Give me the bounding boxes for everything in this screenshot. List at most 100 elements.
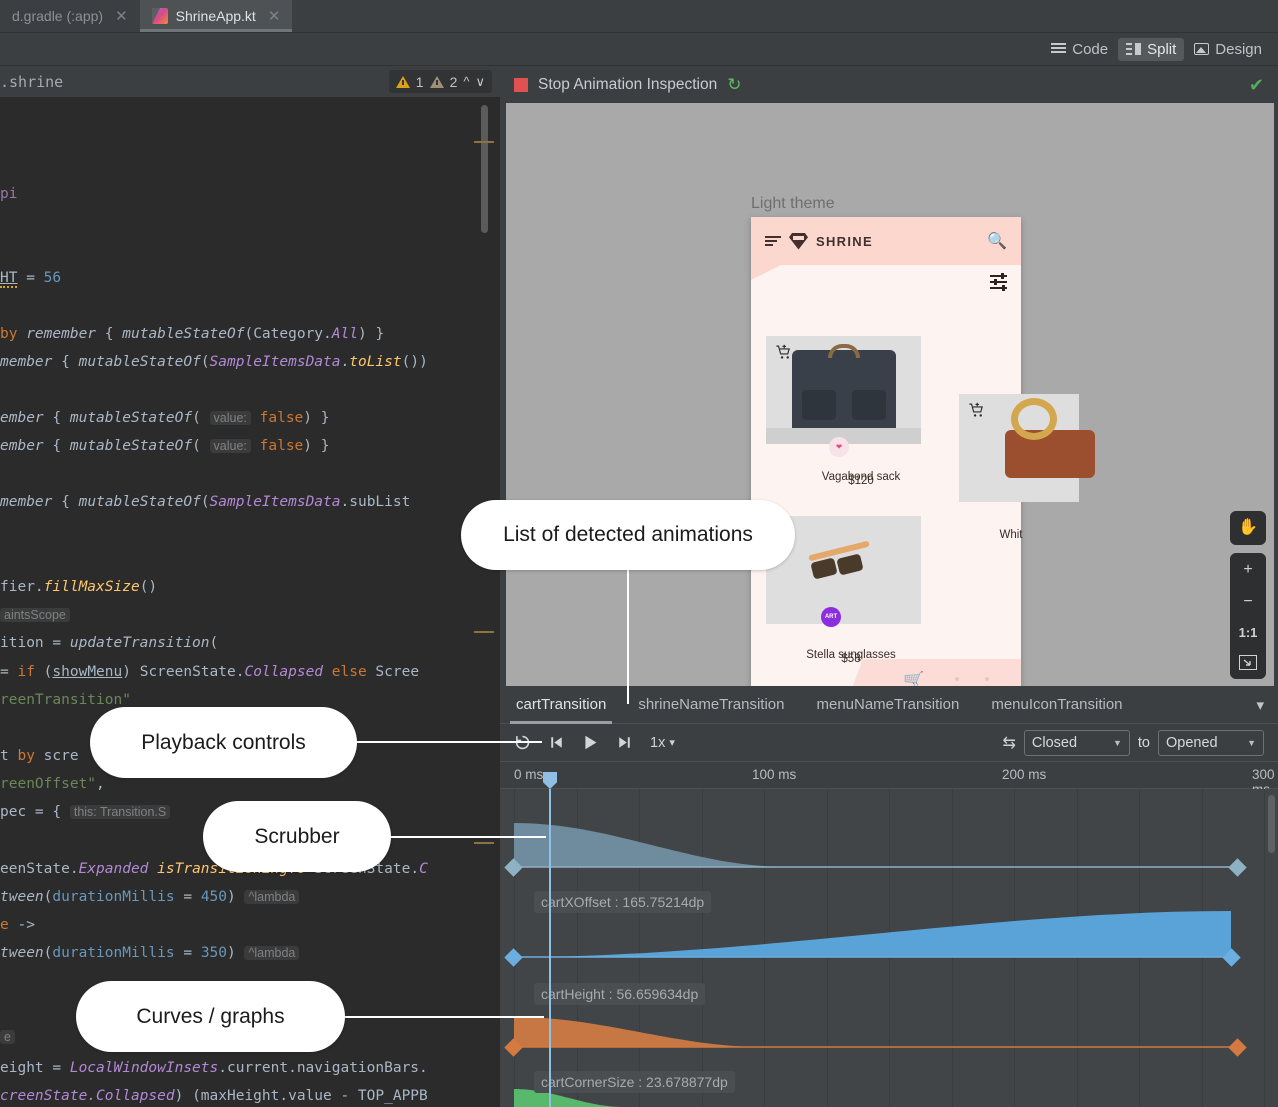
chevron-down-icon[interactable]: ▾ bbox=[1256, 696, 1278, 714]
chevron-up-icon[interactable]: ^ bbox=[463, 74, 469, 89]
code-line: reenOffset", bbox=[0, 775, 105, 793]
preview-zoom-toolbar: ✋ + − 1:1 bbox=[1230, 511, 1266, 679]
close-icon[interactable]: ✕ bbox=[268, 7, 281, 25]
curve-value-label: cartCornerSize : 23.678877dp bbox=[534, 1071, 735, 1093]
mode-code-label: Code bbox=[1072, 41, 1108, 58]
stop-animation-inspection-label[interactable]: Stop Animation Inspection bbox=[538, 76, 717, 94]
timeline-tick: 100 ms bbox=[752, 767, 796, 782]
jump-to-end-button[interactable] bbox=[617, 735, 632, 750]
stop-icon[interactable] bbox=[514, 78, 528, 92]
shrine-diamond-icon bbox=[789, 233, 808, 250]
mode-split-label: Split bbox=[1147, 41, 1176, 58]
error-count: 1 bbox=[416, 74, 424, 90]
animation-tab-menuIconTransition[interactable]: menuIconTransition bbox=[975, 686, 1138, 724]
kotlin-icon bbox=[152, 8, 168, 24]
product-image-vagabond[interactable] bbox=[766, 336, 921, 444]
editor-marker bbox=[474, 842, 494, 844]
to-state-value: Opened bbox=[1166, 735, 1218, 751]
timeline-scrubber-handle[interactable] bbox=[543, 772, 557, 789]
zoom-out-icon[interactable]: − bbox=[1235, 591, 1261, 613]
timeline-curves[interactable]: cartXOffset : 165.75214dp cartHeight : 56… bbox=[500, 789, 1278, 1107]
hamburger-menu-icon[interactable] bbox=[765, 236, 781, 247]
code-editor[interactable]: piHT = 56by remember { mutableStateOf(Ca… bbox=[0, 97, 500, 1107]
code-line: ition = updateTransition( bbox=[0, 634, 218, 652]
breadcrumb[interactable]: .shrine bbox=[0, 73, 63, 91]
search-icon[interactable]: 🔍 bbox=[987, 231, 1007, 251]
app-bar: SHRINE 🔍 bbox=[751, 217, 1021, 265]
to-label: to bbox=[1138, 735, 1150, 751]
callout-text: Scrubber bbox=[254, 825, 339, 849]
chevron-down-icon: ▼ bbox=[1247, 738, 1256, 748]
code-line: pi bbox=[0, 185, 17, 203]
cart-bottom-sheet[interactable]: 🛒 bbox=[861, 659, 1021, 686]
editor-marker bbox=[474, 141, 494, 143]
from-state-select[interactable]: Closed ▼ bbox=[1024, 730, 1130, 756]
product-name: Whit bbox=[951, 529, 1071, 541]
zoom-actual-size-label[interactable]: 1:1 bbox=[1235, 623, 1261, 642]
timeline-ruler[interactable]: 0 ms100 ms200 ms300 ms400 ms500 ms bbox=[500, 762, 1278, 789]
animation-tab-cartTransition[interactable]: cartTransition bbox=[500, 686, 622, 724]
tab-gradle[interactable]: d.gradle (:app) ✕ bbox=[0, 0, 140, 32]
from-state-value: Closed bbox=[1032, 735, 1077, 751]
product-image-white[interactable] bbox=[959, 394, 1079, 502]
tab-shrineapp[interactable]: ShrineApp.kt ✕ bbox=[140, 0, 293, 32]
warning-count: 2 bbox=[450, 74, 458, 90]
curve-value-label: cartXOffset : 165.75214dp bbox=[534, 891, 711, 913]
timeline-scrubber-line[interactable] bbox=[549, 789, 551, 1107]
playback-speed-selector[interactable]: 1x ▾ bbox=[650, 735, 675, 751]
jump-to-start-button[interactable] bbox=[549, 735, 564, 750]
mode-design-button[interactable]: Design bbox=[1186, 38, 1270, 61]
chevron-down-icon: ▼ bbox=[1113, 738, 1122, 748]
callout-text: Playback controls bbox=[141, 731, 306, 755]
animation-tab-shrineNameTransition[interactable]: shrineNameTransition bbox=[622, 686, 800, 724]
code-line: aintsScope bbox=[0, 606, 70, 624]
timeline-tick: 0 ms bbox=[514, 767, 543, 782]
playback-speed-label: 1x bbox=[650, 735, 665, 751]
play-button[interactable] bbox=[582, 734, 599, 751]
animation-toolbar: 1x ▾ ⇆ Closed ▼ to Opened ▼ bbox=[500, 724, 1278, 762]
to-state-select[interactable]: Opened ▼ bbox=[1158, 730, 1264, 756]
timeline-scrollbar[interactable] bbox=[1268, 795, 1275, 853]
pan-tool-icon[interactable]: ✋ bbox=[1235, 517, 1261, 539]
shopping-cart-icon[interactable]: 🛒 bbox=[903, 671, 924, 686]
inspection-widget[interactable]: 1 2 ^ ∨ bbox=[389, 70, 492, 93]
code-line: ember { mutableStateOf( value: false) } bbox=[0, 437, 330, 455]
callout-playback-controls: Playback controls bbox=[90, 707, 357, 778]
preview-pane: Stop Animation Inspection ↻ ✔ Light them… bbox=[500, 66, 1278, 686]
filter-icon[interactable] bbox=[990, 275, 1007, 290]
refresh-icon[interactable]: ↻ bbox=[727, 75, 741, 95]
breadcrumb-bar: .shrine 1 2 ^ ∨ bbox=[0, 66, 500, 97]
close-icon[interactable]: ✕ bbox=[115, 7, 128, 25]
device-preview[interactable]: SHRINE 🔍 bbox=[751, 217, 1021, 686]
mode-design-label: Design bbox=[1215, 41, 1262, 58]
add-to-cart-icon[interactable] bbox=[967, 402, 986, 419]
callout-leader-line bbox=[388, 836, 546, 838]
state-selectors: ⇆ Closed ▼ to Opened ▼ bbox=[1003, 730, 1265, 756]
swap-states-icon[interactable]: ⇆ bbox=[1003, 733, 1016, 753]
animation-curve bbox=[500, 789, 1278, 1107]
animation-tab-menuNameTransition[interactable]: menuNameTransition bbox=[800, 686, 975, 724]
checkmark-icon: ✔ bbox=[1249, 75, 1264, 96]
code-line: member { mutableStateOf(SampleItemsData.… bbox=[0, 353, 428, 371]
code-line: member { mutableStateOf(SampleItemsData.… bbox=[0, 493, 410, 511]
mode-split-button[interactable]: Split bbox=[1118, 38, 1184, 61]
animation-preview-panel: cartTransitionshrineNameTransitionmenuNa… bbox=[500, 686, 1278, 1107]
code-lines-icon bbox=[1051, 43, 1066, 55]
pan-tool-group: ✋ bbox=[1230, 511, 1266, 545]
code-line: = if (showMenu) ScreenState.Collapsed el… bbox=[0, 663, 419, 681]
callout-text: List of detected animations bbox=[503, 523, 753, 547]
add-to-cart-icon[interactable] bbox=[774, 344, 793, 361]
chevron-down-icon[interactable]: ∨ bbox=[475, 74, 485, 90]
editor-scrollbar[interactable] bbox=[481, 105, 488, 233]
zoom-to-fit-icon[interactable] bbox=[1235, 652, 1261, 673]
app-title: SHRINE bbox=[816, 234, 873, 249]
warning-error-icon bbox=[396, 76, 410, 88]
curve-value-label: cartHeight : 56.659634dp bbox=[534, 983, 705, 1005]
mode-code-button[interactable]: Code bbox=[1043, 38, 1116, 61]
code-line: e -> bbox=[0, 916, 35, 934]
zoom-in-icon[interactable]: + bbox=[1235, 559, 1261, 581]
preview-canvas[interactable]: Light theme SHRINE 🔍 bbox=[506, 103, 1274, 686]
callout-animations-list: List of detected animations bbox=[461, 500, 795, 570]
zoom-group: + − 1:1 bbox=[1230, 553, 1266, 679]
callout-text: Curves / graphs bbox=[136, 1005, 284, 1029]
